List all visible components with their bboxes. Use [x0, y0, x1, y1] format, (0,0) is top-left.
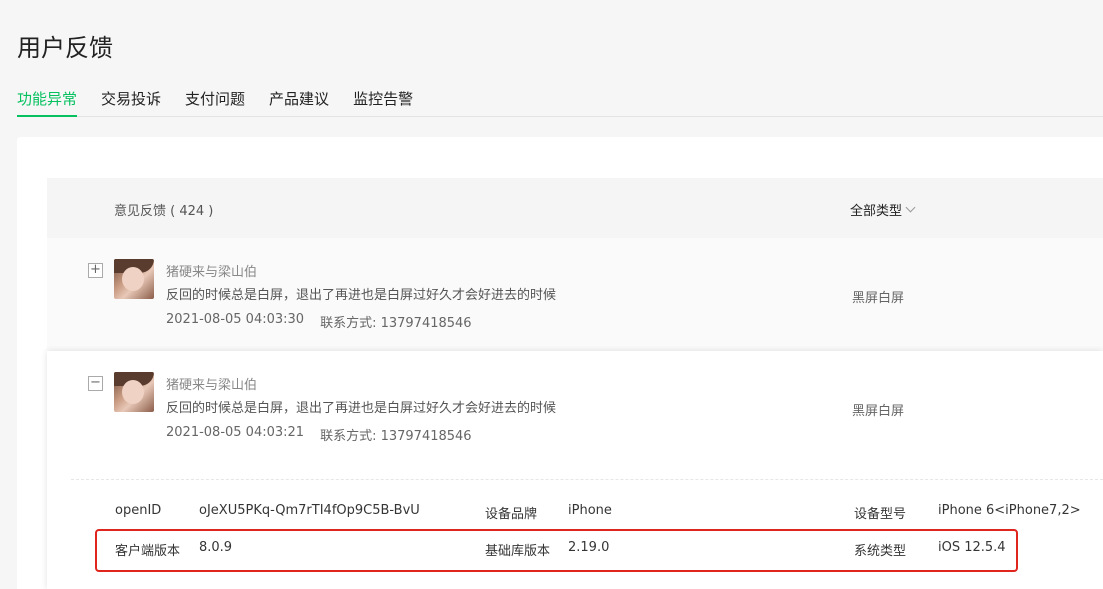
- avatar: [114, 372, 154, 412]
- feedback-username: 猪硬来与梁山伯: [166, 378, 258, 393]
- tab-product-suggestion[interactable]: 产品建议: [269, 87, 329, 117]
- feedback-row-expanded: − 猪硬来与梁山伯 反回的时候总是白屏，退出了再进也是白屏过好久才会好进去的时候…: [47, 351, 1103, 589]
- feedback-time: 2021-08-05 04:03:21: [166, 425, 305, 440]
- device-model-value: iPhone 6<iPhone7,2>: [938, 503, 1081, 518]
- feedback-meta: 2021-08-05 04:03:21 联系方式: 13797418546: [166, 425, 472, 444]
- detail-divider: [71, 479, 1103, 480]
- type-filter-dropdown[interactable]: 全部类型: [850, 200, 916, 219]
- openid-label: openID: [115, 503, 162, 518]
- feedback-card: 意见反馈 ( 424 ) 全部类型 + 猪硬来与梁山伯 反回的时候总是白屏，退出…: [17, 137, 1103, 589]
- device-brand-value: iPhone: [568, 503, 612, 518]
- feedback-content: 反回的时候总是白屏，退出了再进也是白屏过好久才会好进去的时候: [166, 288, 557, 303]
- tab-transaction-complaint[interactable]: 交易投诉: [101, 87, 161, 117]
- collapse-icon[interactable]: −: [88, 376, 103, 391]
- expand-icon[interactable]: +: [88, 263, 103, 278]
- feedback-content: 反回的时候总是白屏，退出了再进也是白屏过好久才会好进去的时候: [166, 401, 557, 416]
- feedback-contact: 联系方式: 13797418546: [320, 316, 472, 331]
- tab-function-error[interactable]: 功能异常: [17, 87, 78, 117]
- avatar: [114, 259, 154, 299]
- type-filter-label: 全部类型: [850, 204, 903, 219]
- feedback-time: 2021-08-05 04:03:30: [166, 312, 305, 327]
- openid-value: oJeXU5PKq-Qm7rTI4fOp9C5B-BvU: [199, 503, 420, 518]
- feedback-contact: 联系方式: 13797418546: [320, 429, 472, 444]
- feedback-username: 猪硬来与梁山伯: [166, 265, 258, 280]
- tab-monitor-alert[interactable]: 监控告警: [353, 87, 413, 117]
- feedback-meta: 2021-08-05 04:03:30 联系方式: 13797418546: [166, 312, 472, 331]
- chevron-down-icon: [905, 202, 916, 213]
- feedback-count-title: 意见反馈 ( 424 ): [114, 204, 214, 219]
- feedback-category: 黑屏白屏: [852, 291, 905, 306]
- highlight-annotation-box: [95, 529, 1018, 572]
- feedback-category: 黑屏白屏: [852, 404, 905, 419]
- device-model-label: 设备型号: [854, 507, 907, 522]
- device-brand-label: 设备品牌: [485, 507, 538, 522]
- page-title: 用户反馈: [17, 34, 113, 62]
- tab-bar: 功能异常 交易投诉 支付问题 产品建议 监控告警: [17, 87, 1103, 117]
- feedback-row: + 猪硬来与梁山伯 反回的时候总是白屏，退出了再进也是白屏过好久才会好进去的时候…: [47, 238, 1103, 351]
- tab-payment-issue[interactable]: 支付问题: [185, 87, 245, 117]
- list-header: 意见反馈 ( 424 ) 全部类型: [47, 178, 1103, 238]
